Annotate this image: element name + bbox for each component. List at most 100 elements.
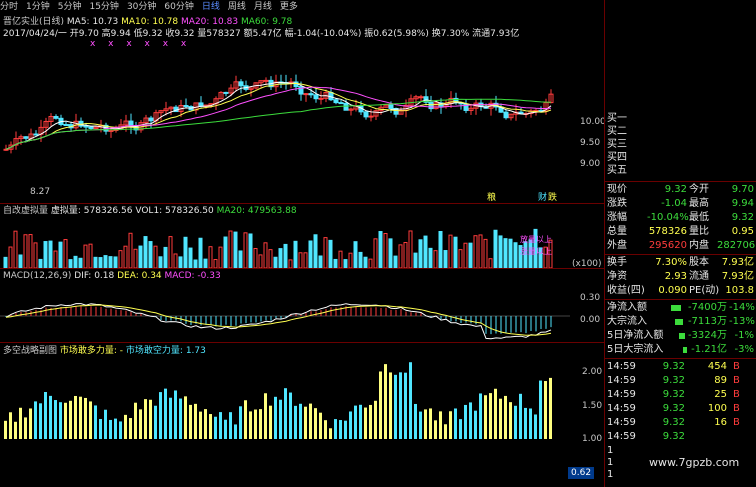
macd-header: MACD(12,26,9) DIF: 0.18 DEA: 0.34 MACD: … xyxy=(3,270,221,282)
duokong-bar xyxy=(319,412,322,439)
volume-value: 虚拟量: 578326.56 xyxy=(50,206,133,216)
candle xyxy=(273,74,279,92)
candle xyxy=(223,91,229,97)
period-tab-6[interactable]: 日线 xyxy=(202,2,220,12)
period-tab-7[interactable]: 周线 xyxy=(228,2,246,12)
stat-value-2: 103.8 xyxy=(725,285,754,296)
volume-title: 自改虚拟量 xyxy=(3,206,49,216)
duokong-bar xyxy=(99,418,102,439)
flow-label: 5日净流入额 xyxy=(607,330,664,341)
volume-bar xyxy=(458,249,463,269)
duokong-bar xyxy=(4,420,7,439)
duokong-bar xyxy=(274,396,277,439)
duokong-bar xyxy=(349,411,352,439)
watermark: www.7gpzb.com xyxy=(649,456,740,469)
duokong-bar xyxy=(169,397,172,439)
duokong-bar xyxy=(299,403,302,439)
duokong-bar xyxy=(419,411,422,439)
ask-row-3: 买四 xyxy=(605,151,756,165)
ask-row-2: 买三 xyxy=(605,138,756,152)
trade-qty: 100 xyxy=(707,403,727,414)
duokong-bar xyxy=(439,411,442,439)
candle xyxy=(503,109,509,120)
candle xyxy=(243,80,249,92)
candle xyxy=(58,114,64,127)
volume-bar xyxy=(333,258,338,269)
volume-bar xyxy=(353,241,358,269)
duokong-bar xyxy=(344,420,347,439)
quote-label-2: 今开 xyxy=(689,184,709,195)
ma20-label: MA20: 10.83 xyxy=(181,17,239,27)
quote-label: 现价 xyxy=(607,184,627,195)
trade-side: B xyxy=(733,403,740,414)
duokong-bar xyxy=(109,419,112,439)
period-tab-8[interactable]: 月线 xyxy=(254,2,272,12)
volume-bar xyxy=(133,248,138,269)
period-tab-2[interactable]: 5分钟 xyxy=(58,2,82,12)
volume-bar xyxy=(93,256,98,269)
divider xyxy=(0,268,604,269)
duokong-bar xyxy=(374,400,377,439)
duokong-bar xyxy=(424,409,427,439)
macd-chart xyxy=(0,303,570,340)
divider xyxy=(0,203,604,204)
volume-bar xyxy=(438,231,443,269)
trade-time: 14:59 xyxy=(607,417,636,428)
volume-bar xyxy=(228,230,233,269)
trade-row-0: 14:59 9.32 454 B xyxy=(605,360,756,374)
volume-bar xyxy=(98,257,103,269)
candle xyxy=(333,98,339,105)
duokong-chart xyxy=(4,362,552,439)
duokong-bar xyxy=(369,404,372,439)
quote-label: 外盘 xyxy=(607,240,627,251)
duokong-bar xyxy=(499,398,502,439)
duokong-bar xyxy=(224,419,227,439)
volume-bar xyxy=(348,252,353,269)
period-tab-3[interactable]: 15分钟 xyxy=(89,2,118,12)
price-label-2: 9.50 xyxy=(580,138,601,148)
volume-bar xyxy=(378,231,383,269)
volume-bar xyxy=(198,237,203,269)
period-tab-0[interactable]: 分时 xyxy=(0,2,18,12)
volume-bar xyxy=(158,256,163,269)
trade-price: 9.32 xyxy=(662,431,685,442)
candle xyxy=(433,101,439,110)
duokong-header: 多空战略副图 市场敢多力量: - 市场敢空力量: 1.73 xyxy=(3,345,206,357)
volume-bar xyxy=(373,238,378,269)
duokong-bar xyxy=(39,403,42,439)
volume-bar xyxy=(68,259,73,269)
duokong-bar xyxy=(354,405,357,439)
quote-row-4: 外盘 295620 内盘 282706 xyxy=(605,239,756,253)
separator xyxy=(605,358,756,359)
period-tab-4[interactable]: 30分钟 xyxy=(127,2,156,12)
volume-bar xyxy=(488,258,493,269)
volume-bar xyxy=(503,238,508,269)
candle xyxy=(363,110,369,120)
candle xyxy=(168,106,174,116)
stat-label-2: PE(动) xyxy=(689,285,720,296)
candle xyxy=(488,100,494,116)
stat-row-2: 收益(四) 0.090 PE(动) 103.8 xyxy=(605,284,756,298)
candle xyxy=(548,89,554,104)
dif-label: DIF: 0.18 xyxy=(74,271,115,281)
quote-value: 295620 xyxy=(648,240,687,251)
volume-bar xyxy=(178,256,183,269)
volume-bar xyxy=(193,259,198,269)
period-tab-5[interactable]: 60分钟 xyxy=(164,2,193,12)
duokong-bar xyxy=(309,403,312,439)
flow-label: 大宗流入 xyxy=(607,316,647,327)
candle xyxy=(148,115,154,129)
trade-price: 9.32 xyxy=(662,389,685,400)
volume-bar xyxy=(328,239,333,269)
volume-bar xyxy=(263,242,268,269)
period-tab-9[interactable]: 更多 xyxy=(280,2,298,12)
period-tab-1[interactable]: 1分钟 xyxy=(26,2,50,12)
stat-label-2: 股本 xyxy=(689,257,709,268)
duokong-bar xyxy=(204,409,207,439)
price-label-1: 10.00 xyxy=(580,117,606,127)
duokong-bar xyxy=(529,408,532,439)
flow-percent: -3% xyxy=(734,344,754,355)
kline-header: 晋亿实业(日线) MA5: 10.73 MA10: 10.78 MA20: 10… xyxy=(3,16,292,28)
duokong-bar xyxy=(14,421,17,439)
duokong-bar xyxy=(249,411,252,439)
